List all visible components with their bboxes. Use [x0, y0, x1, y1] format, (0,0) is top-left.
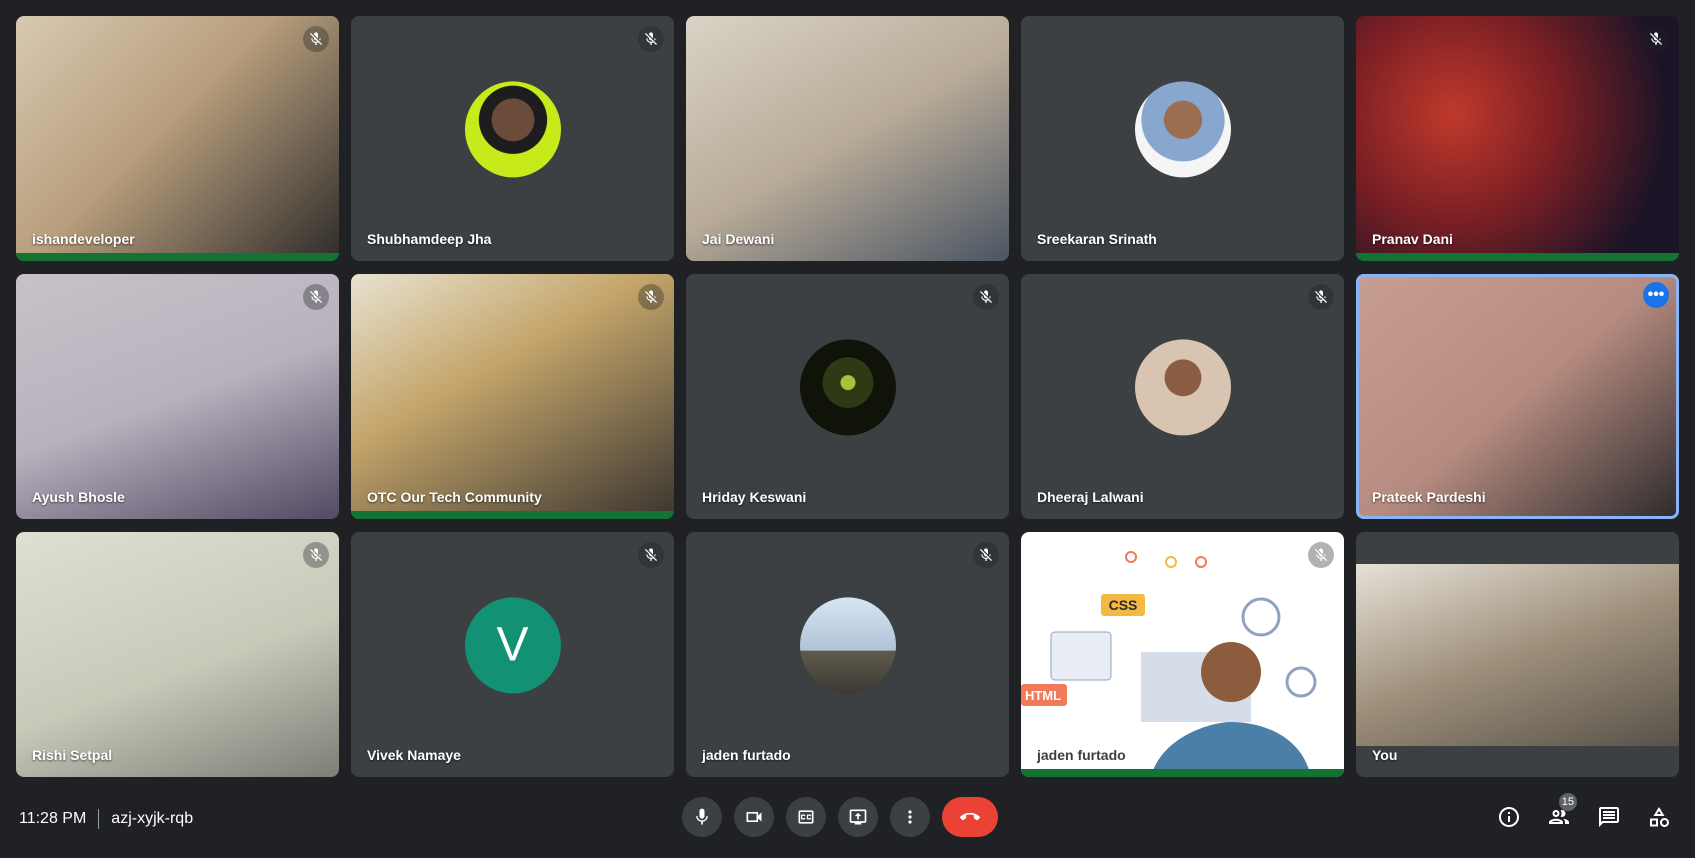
avatar [799, 338, 896, 435]
speaking-indicator [1021, 769, 1344, 777]
mic-off-icon [638, 542, 664, 568]
activities-button[interactable] [1637, 797, 1681, 837]
participant-grid: ishandeveloper Shubhamdeep Jha Jai Dewan… [16, 16, 1679, 777]
avatar [1134, 338, 1231, 435]
speaking-indicator [16, 253, 339, 261]
present-icon [849, 809, 867, 825]
participant-tile[interactable]: ••• Prateek Pardeshi [1356, 274, 1679, 519]
clock: 11:28 PM [19, 810, 87, 827]
participant-tile-self[interactable]: You [1356, 532, 1679, 777]
mic-button[interactable] [682, 797, 722, 837]
more-vert-icon [908, 810, 912, 824]
participant-tile[interactable]: Hriday Keswani [686, 274, 1009, 519]
virtual-background-illustration: CSS HTML [1021, 551, 1317, 777]
self-video [1356, 564, 1679, 746]
participant-name: Shubhamdeep Jha [367, 231, 492, 247]
more-options-icon[interactable]: ••• [1643, 282, 1669, 308]
avatar [1134, 80, 1231, 177]
bottom-bar: 11:28 PM azj-xyjk-rqb 15 [0, 790, 1695, 850]
camera-button[interactable] [734, 797, 774, 837]
mic-off-icon [303, 542, 329, 568]
activities-icon [1650, 807, 1669, 827]
participant-name: Vivek Namaye [367, 747, 461, 763]
participant-name: Pranav Dani [1372, 231, 1453, 247]
end-call-button[interactable] [942, 797, 998, 837]
participant-name: Sreekaran Srinath [1037, 231, 1157, 247]
participant-tile[interactable]: CSS HTML jaden furtado [1021, 532, 1344, 777]
divider [98, 809, 100, 829]
present-button[interactable] [838, 797, 878, 837]
participant-tile[interactable]: V Vivek Namaye [351, 532, 674, 777]
more-options-button[interactable] [890, 797, 930, 837]
mic-off-icon [973, 284, 999, 310]
speaking-indicator [1356, 253, 1679, 261]
mic-off-icon [303, 284, 329, 310]
call-controls [682, 797, 998, 837]
participant-tile[interactable]: ishandeveloper [16, 16, 339, 261]
participant-name: OTC Our Tech Community [367, 489, 542, 505]
participant-name: Hriday Keswani [702, 489, 807, 505]
participant-name: Ayush Bhosle [32, 489, 125, 505]
participant-name: jaden furtado [1037, 747, 1126, 763]
avatar [799, 596, 896, 693]
css-label: CSS [1109, 597, 1138, 613]
participant-tile[interactable]: Shubhamdeep Jha [351, 16, 674, 261]
side-controls: 15 [1487, 793, 1681, 837]
info-icon [1499, 807, 1519, 827]
mic-off-icon [1308, 284, 1334, 310]
chat-icon [1599, 807, 1619, 827]
participant-name: Dheeraj Lalwani [1037, 489, 1144, 505]
captions-button[interactable] [786, 797, 826, 837]
participant-tile[interactable]: Pranav Dani [1356, 16, 1679, 261]
participant-name: ishandeveloper [32, 231, 135, 247]
participant-tile[interactable]: Dheeraj Lalwani [1021, 274, 1344, 519]
html-label: HTML [1025, 688, 1061, 703]
chat-button[interactable] [1587, 797, 1631, 837]
mic-icon [696, 808, 708, 825]
mic-off-icon [638, 284, 664, 310]
participant-name: jaden furtado [702, 747, 791, 763]
captions-icon [798, 810, 814, 824]
participant-name: Jai Dewani [702, 231, 775, 247]
end-call-icon [960, 812, 980, 821]
meeting-details-button[interactable] [1487, 797, 1531, 837]
meeting-info: 11:28 PM azj-xyjk-rqb [19, 809, 193, 829]
camera-icon [746, 812, 762, 822]
people-button[interactable]: 15 [1537, 793, 1581, 837]
mic-off-icon [638, 26, 664, 52]
mic-off-icon [1643, 26, 1669, 52]
participant-tile[interactable]: Rishi Setpal [16, 532, 339, 777]
participant-name: Rishi Setpal [32, 747, 113, 763]
speaking-indicator [351, 511, 674, 519]
participant-tile[interactable]: jaden furtado [686, 532, 1009, 777]
avatar-letter: V [464, 596, 561, 693]
participant-name: Prateek Pardeshi [1372, 489, 1486, 505]
meeting-code[interactable]: azj-xyjk-rqb [111, 810, 193, 828]
participant-tile[interactable]: Sreekaran Srinath [1021, 16, 1344, 261]
participant-tile[interactable]: Jai Dewani [686, 16, 1009, 261]
participant-name: You [1372, 747, 1398, 763]
people-count-badge: 15 [1558, 793, 1577, 811]
mic-off-icon [303, 26, 329, 52]
avatar [464, 80, 561, 177]
participant-tile[interactable]: Ayush Bhosle [16, 274, 339, 519]
mic-off-icon [973, 542, 999, 568]
participant-tile[interactable]: OTC Our Tech Community [351, 274, 674, 519]
mic-off-icon [1308, 542, 1334, 568]
